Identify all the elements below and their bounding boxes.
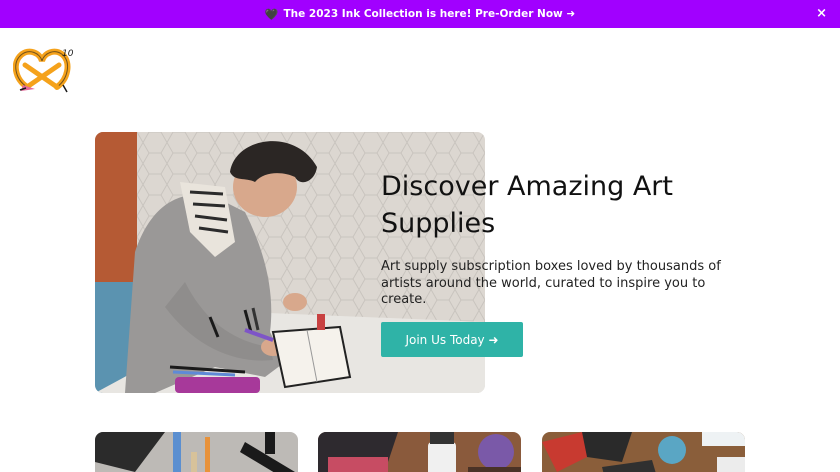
logo-badge: 10 [62,49,74,59]
hero-subtitle: Art supply subscription boxes loved by t… [381,259,721,307]
logo[interactable]: 10 [12,45,75,95]
hero-title: Discover Amazing Art Supplies [381,171,673,239]
product-card-image[interactable] [95,432,298,472]
product-card-image[interactable] [542,432,745,472]
announcement-text[interactable]: The 2023 Ink Collection is here! Pre-Ord… [284,8,576,20]
announcement-bar[interactable]: 🖤 The 2023 Ink Collection is here! Pre-O… [0,0,840,28]
join-us-button[interactable]: Join Us Today ➜ [381,322,523,357]
pretzel-pencil-logo-icon: 10 [12,48,74,93]
hero-text: Discover Amazing Art Supplies Art supply… [381,168,761,309]
heart-icon: 🖤 [264,7,279,21]
product-card-image[interactable] [318,432,521,472]
close-icon[interactable]: × [816,7,827,21]
